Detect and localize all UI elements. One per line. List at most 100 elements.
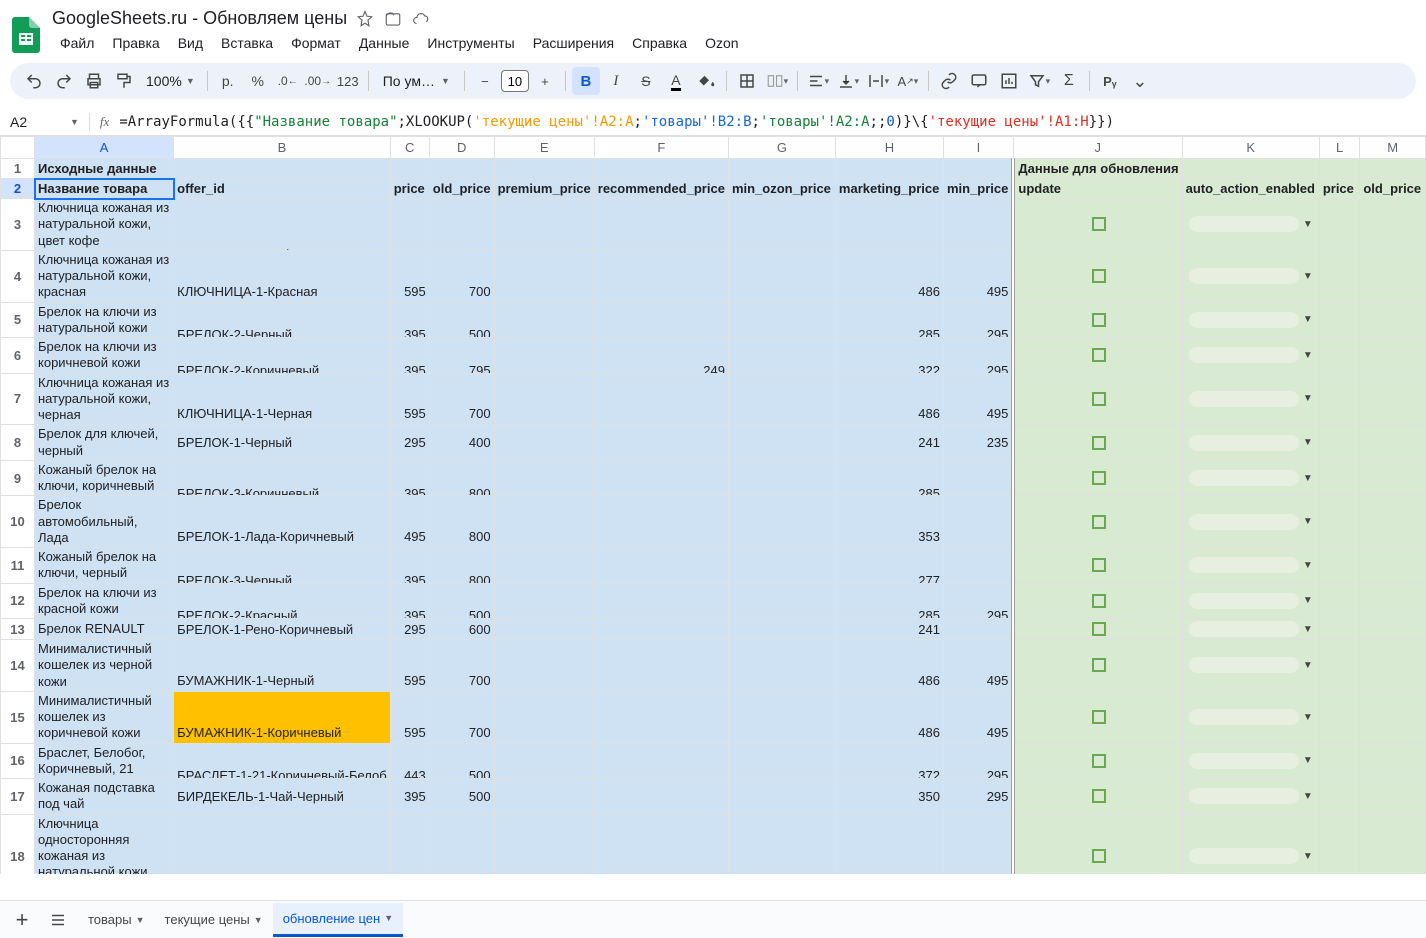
font-size-increase[interactable]: + xyxy=(531,67,559,95)
col-header-M[interactable]: M xyxy=(1360,137,1426,159)
comment-button[interactable] xyxy=(965,67,993,95)
col-header-A[interactable]: A xyxy=(35,137,174,159)
functions-button[interactable]: Σ xyxy=(1055,67,1083,95)
update-checkbox[interactable] xyxy=(1092,849,1106,863)
row-header-14[interactable]: 14 xyxy=(1,640,35,692)
chart-button[interactable] xyxy=(995,67,1023,95)
toolbar-more-icon[interactable]: ⌄ xyxy=(1126,67,1154,95)
all-sheets-button[interactable] xyxy=(42,904,74,936)
update-checkbox[interactable] xyxy=(1092,558,1106,572)
row-header-13[interactable]: 13 xyxy=(1,619,35,640)
auto-action-dropdown[interactable]: ▼ xyxy=(1183,389,1319,409)
star-icon[interactable] xyxy=(355,9,375,29)
update-checkbox[interactable] xyxy=(1092,217,1106,231)
text-color-button[interactable]: A xyxy=(662,67,690,95)
col-header-J[interactable]: J xyxy=(1013,137,1182,159)
row-header-15[interactable]: 15 xyxy=(1,691,35,743)
move-icon[interactable] xyxy=(383,9,403,29)
update-checkbox[interactable] xyxy=(1092,436,1106,450)
percent-button[interactable]: % xyxy=(244,67,272,95)
update-checkbox[interactable] xyxy=(1092,754,1106,768)
row-header-9[interactable]: 9 xyxy=(1,460,35,496)
menu-Ozon[interactable]: Ozon xyxy=(697,31,746,55)
auto-action-dropdown[interactable]: ▼ xyxy=(1183,433,1319,453)
formula-input[interactable]: =ArrayFormula({{"Название товара";XLOOKU… xyxy=(119,114,1114,130)
name-box-dropdown-icon[interactable]: ▼ xyxy=(70,117,79,127)
row-header-12[interactable]: 12 xyxy=(1,583,35,619)
update-checkbox[interactable] xyxy=(1092,313,1106,327)
row-header-4[interactable]: 4 xyxy=(1,250,35,302)
sheet-tab-текущие цены[interactable]: текущие цены▼ xyxy=(155,903,273,937)
merge-button[interactable]: ▾ xyxy=(763,67,791,95)
font-size-input[interactable] xyxy=(501,70,529,92)
rotate-button[interactable]: A↗▾ xyxy=(894,67,922,95)
auto-action-dropdown[interactable]: ▼ xyxy=(1183,846,1319,866)
auto-action-dropdown[interactable]: ▼ xyxy=(1183,310,1319,330)
link-button[interactable] xyxy=(935,67,963,95)
menu-Данные[interactable]: Данные xyxy=(351,31,418,55)
row-header-17[interactable]: 17 xyxy=(1,779,35,815)
spreadsheet-grid[interactable]: ABCDEFGHIJKLM1Исходные данныеДанные для … xyxy=(0,136,1426,874)
fill-color-button[interactable] xyxy=(692,67,720,95)
update-checkbox[interactable] xyxy=(1092,471,1106,485)
menu-Инструменты[interactable]: Инструменты xyxy=(419,31,522,55)
update-checkbox[interactable] xyxy=(1092,392,1106,406)
sheets-logo[interactable] xyxy=(8,17,44,53)
update-checkbox[interactable] xyxy=(1092,594,1106,608)
decrease-decimal-button[interactable]: .0← xyxy=(274,67,302,95)
font-size-decrease[interactable]: − xyxy=(471,67,499,95)
zoom-select[interactable]: 100%▼ xyxy=(140,73,201,89)
update-checkbox[interactable] xyxy=(1092,269,1106,283)
row-header-10[interactable]: 10 xyxy=(1,496,35,548)
col-header-L[interactable]: L xyxy=(1319,137,1360,159)
update-checkbox[interactable] xyxy=(1092,789,1106,803)
col-header-B[interactable]: B xyxy=(174,137,391,159)
menu-Формат[interactable]: Формат xyxy=(283,31,349,55)
paint-format-button[interactable] xyxy=(110,67,138,95)
auto-action-dropdown[interactable]: ▼ xyxy=(1183,468,1319,488)
col-header-F[interactable]: F xyxy=(594,137,728,159)
auto-action-dropdown[interactable]: ▼ xyxy=(1183,707,1319,727)
add-sheet-button[interactable]: + xyxy=(6,904,38,936)
print-button[interactable] xyxy=(80,67,108,95)
col-header-K[interactable]: K xyxy=(1182,137,1319,159)
redo-button[interactable] xyxy=(50,67,78,95)
menu-Вид[interactable]: Вид xyxy=(170,31,211,55)
row-header-6[interactable]: 6 xyxy=(1,338,35,374)
col-header-H[interactable]: H xyxy=(835,137,943,159)
auto-action-dropdown[interactable]: ▼ xyxy=(1183,345,1319,365)
menu-Файл[interactable]: Файл xyxy=(52,31,102,55)
menu-Правка[interactable]: Правка xyxy=(104,31,167,55)
auto-action-dropdown[interactable]: ▼ xyxy=(1183,214,1319,234)
col-header-I[interactable]: I xyxy=(943,137,1013,159)
menu-Вставка[interactable]: Вставка xyxy=(213,31,281,55)
auto-action-dropdown[interactable]: ▼ xyxy=(1183,591,1319,611)
halign-button[interactable]: ▾ xyxy=(804,67,832,95)
update-checkbox[interactable] xyxy=(1092,348,1106,362)
menu-Справка[interactable]: Справка xyxy=(624,31,695,55)
col-header-D[interactable]: D xyxy=(429,137,494,159)
auto-action-dropdown[interactable]: ▼ xyxy=(1183,751,1319,771)
wrap-button[interactable]: ▾ xyxy=(864,67,892,95)
strikethrough-button[interactable]: S xyxy=(632,67,660,95)
auto-action-dropdown[interactable]: ▼ xyxy=(1183,266,1319,286)
script-button[interactable]: Pᵧ xyxy=(1096,67,1124,95)
row-header-18[interactable]: 18 xyxy=(1,814,35,874)
doc-title[interactable]: GoogleSheets.ru - Обновляем цены xyxy=(52,8,347,29)
sheet-tab-товары[interactable]: товары▼ xyxy=(78,903,155,937)
cloud-icon[interactable] xyxy=(411,9,431,29)
filter-button[interactable]: ▾ xyxy=(1025,67,1053,95)
auto-action-dropdown[interactable]: ▼ xyxy=(1183,786,1319,806)
name-box[interactable]: A2 xyxy=(10,114,60,130)
more-formats-button[interactable]: 123 xyxy=(334,67,362,95)
currency-button[interactable]: р. xyxy=(214,67,242,95)
auto-action-dropdown[interactable]: ▼ xyxy=(1183,655,1319,675)
row-header-8[interactable]: 8 xyxy=(1,425,35,461)
row-header-11[interactable]: 11 xyxy=(1,548,35,584)
auto-action-dropdown[interactable]: ▼ xyxy=(1183,619,1319,639)
col-header-G[interactable]: G xyxy=(728,137,835,159)
undo-button[interactable] xyxy=(20,67,48,95)
row-header-5[interactable]: 5 xyxy=(1,302,35,338)
update-checkbox[interactable] xyxy=(1092,658,1106,672)
valign-button[interactable]: ▾ xyxy=(834,67,862,95)
